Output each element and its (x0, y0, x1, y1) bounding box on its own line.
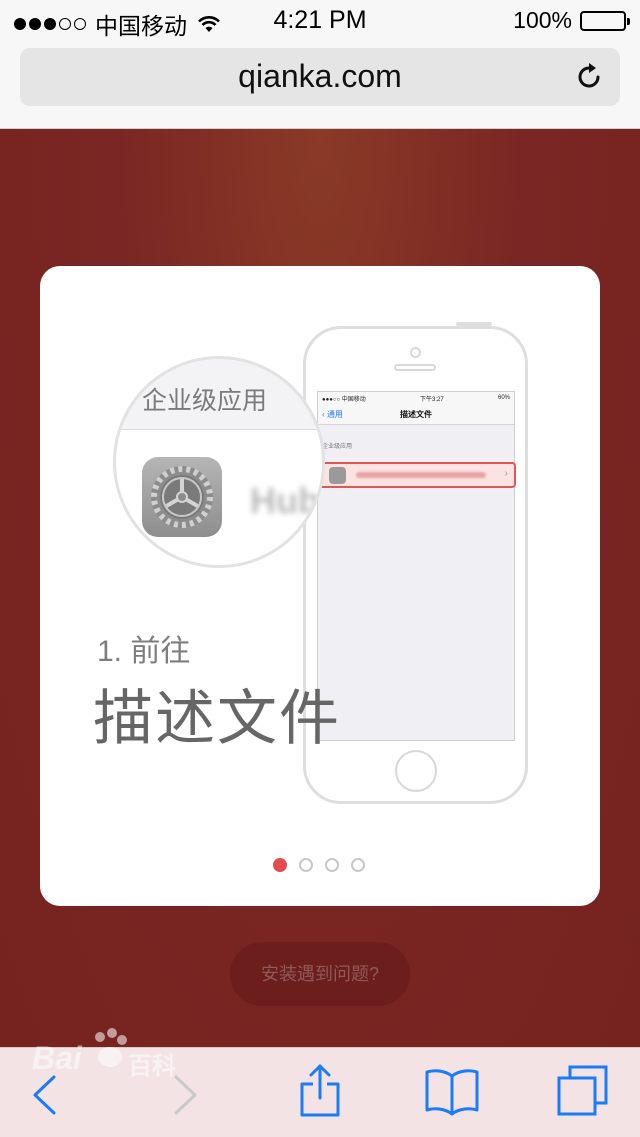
phone-power-button (456, 322, 492, 326)
magnifier-lens: 企业级应用 Hub (113, 356, 325, 568)
phone-battery: 60% (497, 395, 510, 401)
phone-status-bar: ●●●○○ 中国移动 下午3:27 60% (318, 392, 514, 404)
url-text[interactable]: qianka.com (20, 58, 620, 95)
reload-icon[interactable] (572, 60, 606, 94)
paw-icon (95, 1028, 127, 1067)
baidu-watermark: Bai 百科 (28, 1023, 188, 1083)
settings-icon (142, 457, 222, 537)
share-icon[interactable] (298, 1062, 342, 1118)
step-title: 描述文件 (93, 685, 341, 752)
status-bar: 中国移动 4:21 PM 100% (0, 0, 640, 40)
phone-screen: ●●●○○ 中国移动 下午3:27 60% ‹ 通用 描述文件 企业级应用 › (317, 391, 516, 741)
phone-time: 下午3:27 (420, 396, 444, 403)
chevron-right-icon: › (504, 468, 508, 479)
pagination-dot-4[interactable] (351, 858, 365, 872)
watermark-suffix: 百科 (128, 1053, 176, 1080)
tabs-icon[interactable] (556, 1064, 610, 1118)
magnifier-title: 企业级应用 (142, 387, 268, 415)
magnifier-row: Hube (116, 429, 322, 565)
pagination-dot-3[interactable] (325, 858, 339, 872)
pagination-dots (273, 858, 377, 872)
watermark-logo-text: Bai (32, 1040, 82, 1076)
blurred-text (356, 472, 486, 478)
url-field[interactable]: qianka.com (20, 48, 620, 106)
address-bar: qianka.com (0, 40, 640, 129)
phone-home-button (395, 750, 437, 792)
battery-status: 100% (513, 7, 630, 34)
pagination-dot-2[interactable] (299, 858, 313, 872)
tutorial-card[interactable]: ●●●○○ 中国移动 下午3:27 60% ‹ 通用 描述文件 企业级应用 › (40, 266, 600, 906)
battery-percent: 100% (513, 7, 572, 33)
phone-profile-row: › (318, 462, 516, 488)
page-content: ●●●○○ 中国移动 下午3:27 60% ‹ 通用 描述文件 企业级应用 › (0, 129, 640, 1047)
phone-carrier: ●●●○○ 中国移动 (322, 396, 366, 403)
phone-speaker (394, 364, 436, 371)
pagination-dot-1[interactable] (273, 858, 287, 872)
phone-section-header: 企业级应用 (322, 444, 353, 450)
book-icon[interactable] (424, 1068, 480, 1116)
step-number: 1. 前往 (97, 635, 191, 668)
phone-camera (410, 347, 421, 358)
install-help-button[interactable]: 安装遇到问题? (230, 942, 410, 1006)
phone-nav-bar: ‹ 通用 描述文件 (318, 404, 514, 425)
battery-icon (580, 10, 630, 31)
magnifier-blurred-text: Hube (250, 480, 322, 521)
settings-icon (329, 467, 346, 484)
phone-title: 描述文件 (400, 410, 432, 419)
